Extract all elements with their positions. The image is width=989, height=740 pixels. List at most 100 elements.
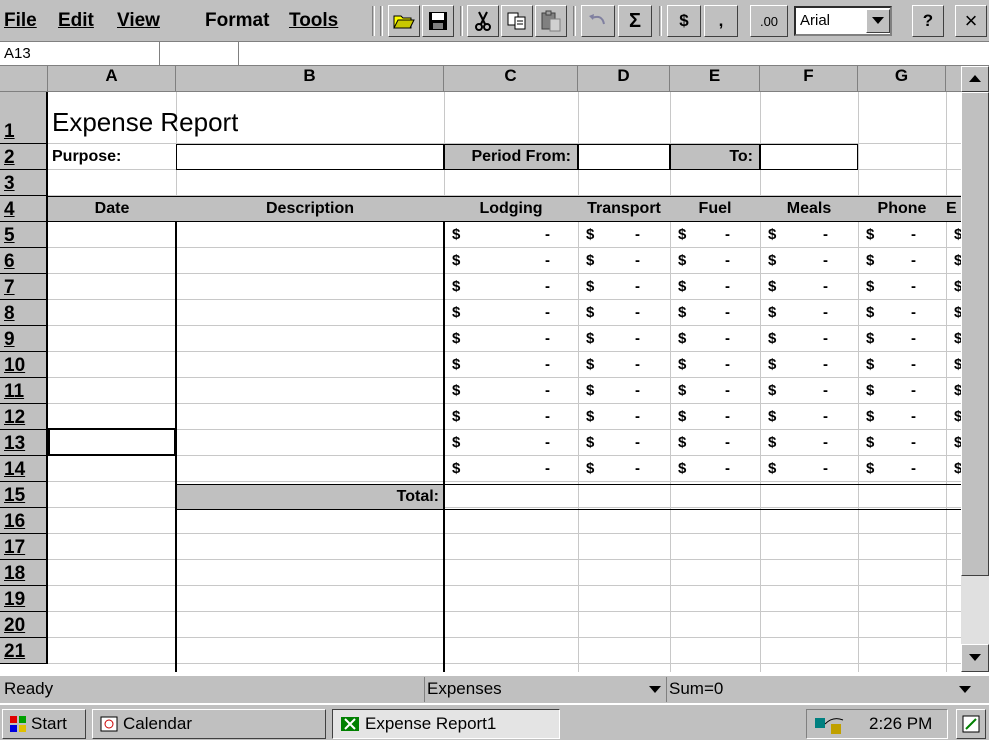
- col-header-f[interactable]: F: [760, 66, 858, 92]
- report-title[interactable]: Expense Report: [52, 100, 238, 144]
- row-header-6[interactable]: 6: [0, 248, 48, 274]
- amount-cell[interactable]: $: [946, 352, 961, 378]
- decimal-format-button[interactable]: .00: [750, 5, 788, 37]
- row-header-1[interactable]: 1: [0, 92, 48, 144]
- col-header-b[interactable]: B: [176, 66, 444, 92]
- menu-format[interactable]: Format: [205, 6, 269, 36]
- row-header-4[interactable]: 4: [0, 196, 48, 222]
- amount-cell[interactable]: $ -: [858, 430, 946, 456]
- row-header-3[interactable]: 3: [0, 170, 48, 196]
- amount-cell[interactable]: $ -: [760, 378, 858, 404]
- amount-cell[interactable]: $: [946, 274, 961, 300]
- row-header-21[interactable]: 21: [0, 638, 48, 664]
- start-button[interactable]: Start: [2, 709, 86, 739]
- period-to-input[interactable]: [760, 144, 858, 170]
- select-all-corner[interactable]: [0, 66, 48, 92]
- amount-cell[interactable]: $ -: [670, 456, 760, 482]
- amount-cell[interactable]: $ -: [578, 222, 670, 248]
- amount-cell[interactable]: $ -: [858, 248, 946, 274]
- row-header-7[interactable]: 7: [0, 274, 48, 300]
- amount-cell[interactable]: $ -: [444, 456, 578, 482]
- col-header-c[interactable]: C: [444, 66, 578, 92]
- amount-cell[interactable]: $ -: [760, 456, 858, 482]
- amount-cell[interactable]: $: [946, 456, 961, 482]
- row-header-16[interactable]: 16: [0, 508, 48, 534]
- amount-cell[interactable]: $ -: [578, 274, 670, 300]
- amount-cell[interactable]: $ -: [578, 326, 670, 352]
- amount-cell[interactable]: $ -: [760, 300, 858, 326]
- autosum-button[interactable]: Σ: [618, 5, 652, 37]
- amount-cell[interactable]: $ -: [858, 378, 946, 404]
- amount-cell[interactable]: $ -: [760, 222, 858, 248]
- row-header-8[interactable]: 8: [0, 300, 48, 326]
- name-box[interactable]: A13: [0, 42, 160, 66]
- help-button[interactable]: ?: [912, 5, 944, 37]
- vertical-scrollbar[interactable]: [961, 66, 989, 672]
- amount-cell[interactable]: $ -: [578, 404, 670, 430]
- amount-cell[interactable]: $ -: [670, 326, 760, 352]
- amount-cell[interactable]: $ -: [670, 352, 760, 378]
- amount-cell[interactable]: $ -: [578, 352, 670, 378]
- scroll-down-button[interactable]: [961, 644, 989, 672]
- amount-cell[interactable]: $ -: [760, 274, 858, 300]
- amount-cell[interactable]: $: [946, 222, 961, 248]
- amount-cell[interactable]: $ -: [858, 404, 946, 430]
- amount-cell[interactable]: $ -: [444, 430, 578, 456]
- row-header-9[interactable]: 9: [0, 326, 48, 352]
- amount-cell[interactable]: $ -: [670, 378, 760, 404]
- open-button[interactable]: [388, 5, 420, 37]
- amount-cell[interactable]: $: [946, 248, 961, 274]
- period-from-input[interactable]: [578, 144, 670, 170]
- menu-file[interactable]: File: [4, 6, 37, 36]
- amount-cell[interactable]: $ -: [670, 274, 760, 300]
- amount-cell[interactable]: $ -: [670, 404, 760, 430]
- amount-cell[interactable]: $ -: [578, 378, 670, 404]
- col-header-e[interactable]: E: [670, 66, 760, 92]
- undo-button[interactable]: [581, 5, 615, 37]
- menu-view[interactable]: View: [117, 6, 160, 36]
- amount-cell[interactable]: $ -: [578, 456, 670, 482]
- taskbar-expense-report[interactable]: Expense Report1: [332, 709, 560, 739]
- scroll-up-button[interactable]: [961, 66, 989, 92]
- selected-cell-a13[interactable]: [48, 428, 176, 456]
- total-row[interactable]: [444, 484, 961, 510]
- input-panel-button[interactable]: [956, 709, 986, 739]
- amount-cell[interactable]: $: [946, 404, 961, 430]
- amount-cell[interactable]: $ -: [444, 404, 578, 430]
- amount-cell[interactable]: $ -: [670, 222, 760, 248]
- amount-cell[interactable]: $ -: [760, 430, 858, 456]
- row-header-10[interactable]: 10: [0, 352, 48, 378]
- sum-selector[interactable]: Sum=0: [666, 677, 986, 702]
- close-button[interactable]: ×: [955, 5, 987, 37]
- menu-tools[interactable]: Tools: [289, 6, 338, 36]
- menu-edit[interactable]: Edit: [58, 6, 94, 36]
- font-dropdown-button[interactable]: [866, 9, 890, 33]
- amount-cell[interactable]: $ -: [444, 378, 578, 404]
- sheet-selector[interactable]: Expenses: [424, 677, 664, 702]
- save-button[interactable]: [422, 5, 454, 37]
- col-header-h[interactable]: [946, 66, 961, 92]
- row-header-5[interactable]: 5: [0, 222, 48, 248]
- amount-cell[interactable]: $ -: [670, 300, 760, 326]
- amount-cell[interactable]: $ -: [670, 430, 760, 456]
- amount-cell[interactable]: $ -: [858, 274, 946, 300]
- amount-cell[interactable]: $: [946, 378, 961, 404]
- row-header-13[interactable]: 13: [0, 430, 48, 456]
- formula-input[interactable]: [240, 42, 989, 66]
- amount-cell[interactable]: $: [946, 430, 961, 456]
- row-header-17[interactable]: 17: [0, 534, 48, 560]
- amount-cell[interactable]: $ -: [444, 274, 578, 300]
- row-header-2[interactable]: 2: [0, 144, 48, 170]
- amount-cell[interactable]: $ -: [858, 300, 946, 326]
- currency-format-button[interactable]: $: [667, 5, 701, 37]
- amount-cell[interactable]: $ -: [578, 430, 670, 456]
- amount-cell[interactable]: $ -: [578, 300, 670, 326]
- comma-format-button[interactable]: ,: [704, 5, 738, 37]
- amount-cell[interactable]: $: [946, 326, 961, 352]
- font-select[interactable]: Arial: [794, 6, 892, 36]
- col-header-d[interactable]: D: [578, 66, 670, 92]
- amount-cell[interactable]: $ -: [760, 248, 858, 274]
- row-header-15[interactable]: 15: [0, 482, 48, 508]
- taskbar-calendar[interactable]: Calendar: [92, 709, 326, 739]
- copy-button[interactable]: [501, 5, 533, 37]
